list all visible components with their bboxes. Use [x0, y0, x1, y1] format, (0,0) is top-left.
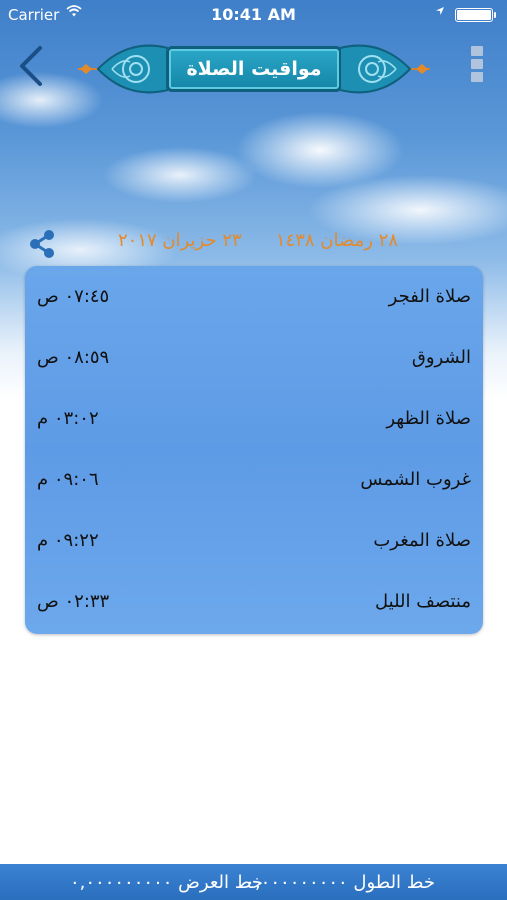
prayer-time: ٠٩:٠٦ م [37, 469, 99, 490]
hijri-date: ٢٨ رمضان ١٤٣٨ [275, 230, 398, 251]
prayer-time: ٠٢:٣٣ ص [37, 591, 110, 612]
prayer-time: ٠٧:٤٥ ص [37, 286, 110, 307]
menu-icon-bar [471, 72, 483, 82]
prayer-name: صلاة المغرب [373, 530, 471, 551]
share-button[interactable] [26, 228, 58, 260]
share-icon [30, 230, 54, 258]
page-title: مواقيت الصلاة [166, 46, 342, 92]
prayer-time: ٠٩:٢٢ م [37, 530, 99, 551]
location-arrow-icon [435, 5, 445, 19]
prayer-row-sunrise: الشروق ٠٨:٥٩ ص [25, 327, 483, 388]
back-button[interactable] [16, 44, 46, 88]
ornament-right-icon [340, 44, 430, 94]
prayer-name: منتصف الليل [375, 591, 471, 612]
prayer-row-maghrib: صلاة المغرب ٠٩:٢٢ م [25, 510, 483, 571]
menu-button[interactable] [471, 46, 485, 86]
menu-icon-bar [471, 59, 483, 69]
ornament-left-icon [78, 44, 168, 94]
prayer-times-card: صلاة الفجر ٠٧:٤٥ ص الشروق ٠٨:٥٩ ص صلاة ا… [25, 266, 483, 634]
prayer-row-dhuhr: صلاة الظهر ٠٣:٠٢ م [25, 388, 483, 449]
prayer-row-midnight: منتصف الليل ٠٢:٣٣ ص [25, 571, 483, 632]
longitude-label: خط العرض ٠,٠٠٠٠٠٠٠٠٠ [70, 872, 263, 893]
clock-time: 10:41 AM [211, 5, 296, 24]
latitude-label: خط الطول ٠,٠٠٠٠٠٠٠٠٠ [245, 872, 435, 893]
prayer-row-sunset: غروب الشمس ٠٩:٠٦ م [25, 449, 483, 510]
prayer-time: ٠٣:٠٢ م [37, 408, 99, 429]
status-bar: Carrier 10:41 AM [0, 0, 507, 30]
battery-icon [455, 8, 496, 22]
prayer-time: ٠٨:٥٩ ص [37, 347, 110, 368]
prayer-name: الشروق [411, 347, 471, 368]
gregorian-date: ٢٣ حزيران ٢٠١٧ [118, 230, 242, 251]
title-banner: مواقيت الصلاة [78, 38, 430, 100]
prayer-name: صلاة الظهر [386, 408, 471, 429]
prayer-row-fajr: صلاة الفجر ٠٧:٤٥ ص [25, 266, 483, 327]
prayer-name: غروب الشمس [360, 469, 471, 490]
battery-fill [457, 10, 491, 20]
prayer-name: صلاة الفجر [388, 286, 471, 307]
chevron-left-icon [20, 46, 42, 86]
date-line: ٢٨ رمضان ١٤٣٨ ٢٣ حزيران ٢٠١٧ [118, 230, 398, 258]
menu-icon-bar [471, 46, 483, 56]
coordinates-bar: خط الطول ٠,٠٠٠٠٠٠٠٠٠ خط العرض ٠,٠٠٠٠٠٠٠٠… [0, 864, 507, 900]
